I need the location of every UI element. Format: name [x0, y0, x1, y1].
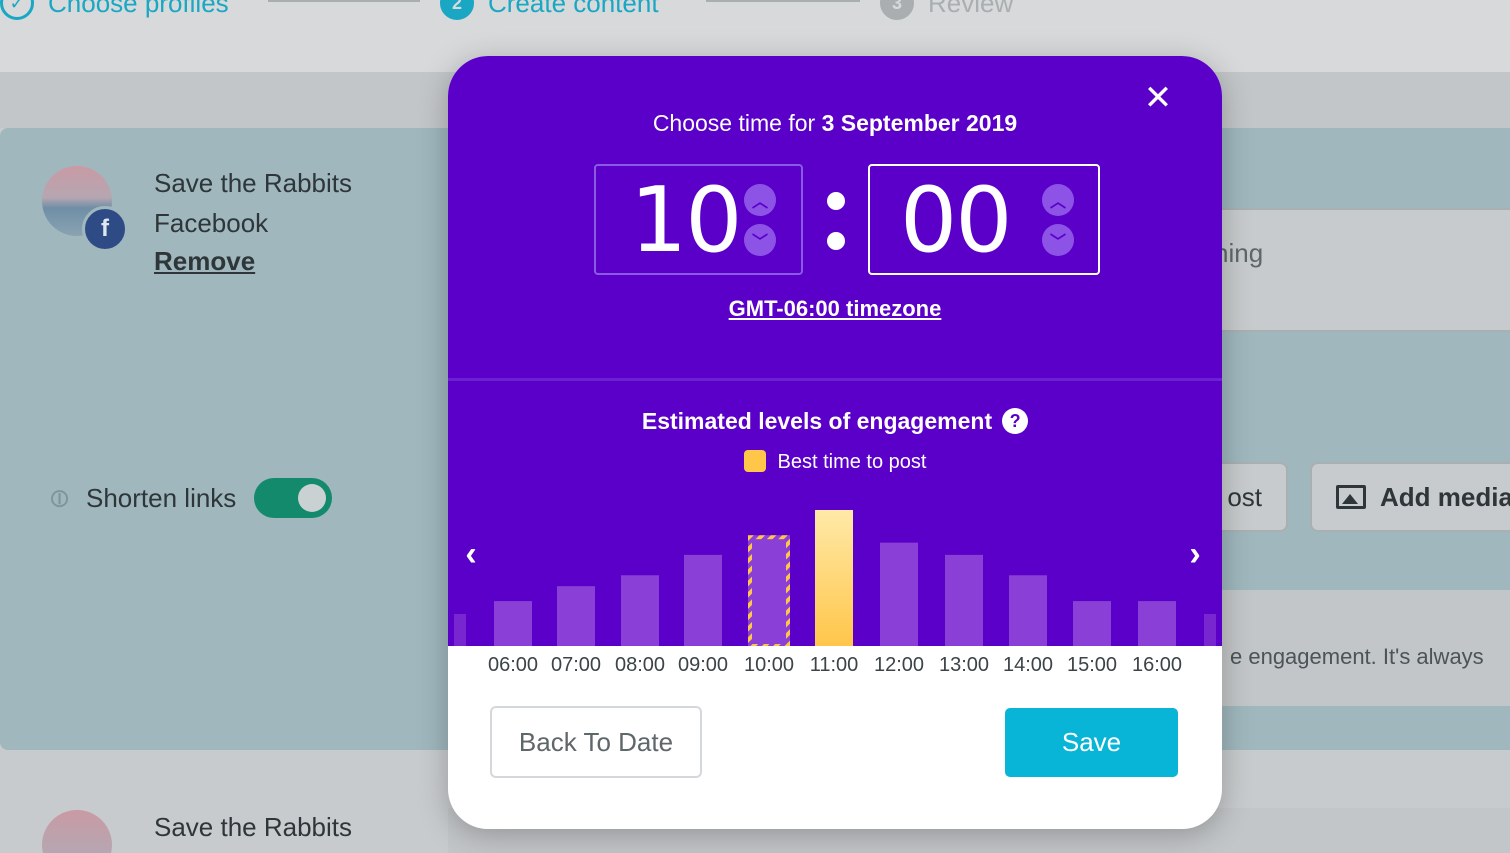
time-separator [824, 192, 848, 272]
post-button-label: ost [1227, 481, 1262, 512]
help-icon[interactable]: ? [1002, 408, 1029, 434]
save-button[interactable]: Save [1005, 708, 1178, 777]
step-label: Create content [488, 0, 659, 18]
minute-down-icon[interactable]: ﹀ [1042, 224, 1074, 256]
avatar [42, 810, 112, 853]
chart-x-labels: 06:00 07:00 08:00 09:00 10:00 11:00 12:00 13:00… [448, 654, 1222, 684]
chart-x-label: 09:00 [677, 654, 729, 676]
chart-x-label: 07:00 [550, 654, 602, 676]
link-icon: ⊘ [40, 479, 77, 516]
legend-swatch [743, 450, 766, 472]
legend-label: Best time to post [777, 451, 927, 473]
minute-up-icon[interactable]: ︿ [1042, 184, 1074, 216]
hour-field[interactable]: 10 ︿ ﹀ [594, 164, 803, 275]
chart-bar-1300[interactable] [945, 554, 983, 646]
chart-x-label: 11:00 [809, 654, 859, 676]
chart-bar-0600[interactable] [494, 601, 532, 646]
chart-bar-1400[interactable] [1009, 575, 1047, 646]
chart-legend: Best time to post [448, 450, 1222, 474]
chart-bar-1200[interactable] [880, 542, 918, 646]
chart-edge-bar [1204, 614, 1216, 646]
chart-bar-1100[interactable] [815, 510, 853, 646]
chart-x-label: 15:00 [1066, 654, 1118, 676]
profile-info: f Save the Rabbits Facebook Remove ⊘ Sho… [0, 128, 448, 750]
chart-bar-0700[interactable] [557, 586, 595, 646]
add-media-label: Add media [1380, 481, 1510, 512]
chart-x-label: 06:00 [487, 654, 539, 676]
profile-name: Save the Rabbits [154, 168, 353, 198]
minute-field[interactable]: 00 ︿ ﹀ [868, 164, 1100, 275]
toggle-knob [298, 484, 327, 512]
step-label: Review [928, 0, 1014, 18]
title-date: 3 September 2019 [821, 110, 1018, 136]
chart-x-label: 08:00 [614, 654, 666, 676]
profile-name: Save the Rabbits [154, 812, 353, 842]
chevron-left-icon[interactable]: ‹ [456, 534, 486, 574]
step-number: 3 [880, 0, 914, 20]
step-connector [268, 0, 420, 2]
time-picker-modal: ✕ Choose time for 3 September 2019 10 ︿ … [448, 56, 1222, 829]
shorten-links-toggle[interactable] [254, 478, 333, 518]
chart-bar-1000[interactable] [748, 535, 790, 646]
facebook-icon: f [82, 206, 128, 252]
step-label: Choose profiles [48, 0, 229, 18]
modal-title: Choose time for 3 September 2019 [448, 110, 1222, 137]
chart-x-label: 12:00 [873, 654, 925, 676]
engagement-title-text: Estimated levels of engagement [641, 408, 993, 434]
engagement-chart [454, 510, 1216, 646]
chart-bar-0800[interactable] [621, 575, 659, 646]
shorten-links-row: ⊘ Shorten links [40, 478, 333, 518]
step-create-content[interactable]: 2 Create content [440, 0, 659, 20]
chart-x-label: 10:00 [743, 654, 795, 676]
chart-x-label: 14:00 [1002, 654, 1054, 676]
hour-down-icon[interactable]: ﹀ [744, 224, 776, 256]
step-connector [706, 0, 860, 2]
back-to-date-button[interactable]: Back To Date [490, 706, 702, 778]
engagement-title: Estimated levels of engagement? [448, 408, 1222, 435]
chart-edge-bar [454, 614, 466, 646]
chart-bar-0900[interactable] [684, 554, 722, 646]
hour-up-icon[interactable]: ︿ [744, 184, 776, 216]
profile-network: Facebook [154, 208, 269, 238]
step-review[interactable]: 3 Review [880, 0, 1013, 20]
step-number: 2 [440, 0, 474, 20]
chart-x-label: 16:00 [1131, 654, 1183, 676]
chart-bar-1600[interactable] [1138, 601, 1176, 646]
minute-value: 00 [900, 168, 1013, 273]
timezone-link[interactable]: GMT-06:00 timezone [448, 296, 1222, 322]
hour-value: 10 [630, 168, 743, 273]
image-icon [1336, 485, 1366, 509]
add-media-button[interactable]: Add media [1310, 462, 1510, 532]
post-text-input[interactable]: ning [1190, 208, 1510, 332]
notice-text: e engagement. It's always [1230, 644, 1484, 669]
engagement-notice: e engagement. It's always [1190, 590, 1510, 706]
shorten-links-label: Shorten links [86, 482, 237, 513]
chevron-right-icon[interactable]: › [1180, 534, 1210, 574]
chart-x-label: 13:00 [938, 654, 990, 676]
remove-link[interactable]: Remove [154, 246, 255, 277]
title-prefix: Choose time for [652, 110, 822, 136]
chart-bar-1500[interactable] [1073, 601, 1111, 646]
step-choose-profiles[interactable]: ✓ Choose profiles [0, 0, 229, 20]
check-icon: ✓ [0, 0, 34, 20]
